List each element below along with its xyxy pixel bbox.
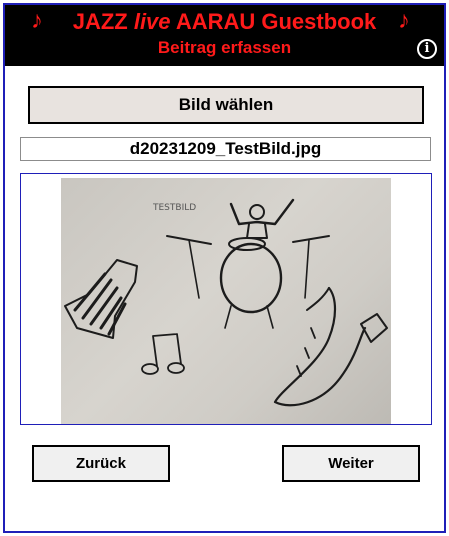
page-subtitle: Beitrag erfassen: [157, 38, 292, 57]
title-aarau-guestbook: AARAU Guestbook: [170, 9, 377, 34]
title-live: live: [133, 9, 171, 34]
app-frame: ♪ JAZZ live AARAU Guestbook ♪ Beitrag er…: [3, 3, 446, 533]
app-title: JAZZ live AARAU Guestbook: [5, 10, 444, 34]
choose-image-button[interactable]: Bild wählen: [28, 86, 424, 124]
back-button[interactable]: Zurück: [32, 445, 170, 482]
sketch-label: TESTBILD: [152, 203, 196, 213]
music-note-icon: ♪: [398, 7, 410, 34]
header-bar: ♪ JAZZ live AARAU Guestbook ♪ Beitrag er…: [5, 5, 444, 66]
next-button[interactable]: Weiter: [282, 445, 420, 482]
preview-photo: TESTBILD: [61, 178, 391, 424]
info-icon[interactable]: i: [417, 39, 437, 59]
filename-field: d20231209_TestBild.jpg: [20, 137, 431, 161]
title-jazz: JAZZ: [72, 9, 134, 34]
image-preview: TESTBILD: [20, 173, 432, 425]
sketch-drawing: TESTBILD: [64, 198, 388, 407]
